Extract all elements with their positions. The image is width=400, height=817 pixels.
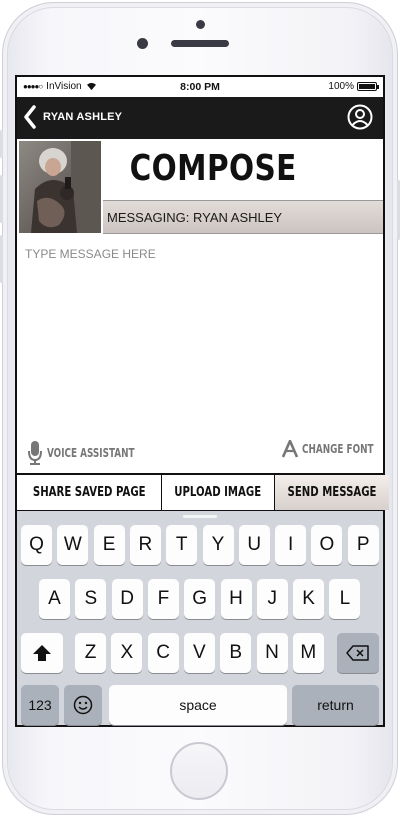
key-d[interactable]: D bbox=[111, 579, 143, 619]
key-b[interactable]: B bbox=[220, 633, 252, 673]
share-saved-page-button[interactable]: SHARE SAVED PAGE bbox=[17, 475, 163, 510]
key-y[interactable]: Y bbox=[202, 525, 234, 565]
key-m[interactable]: M bbox=[292, 633, 324, 673]
key-f[interactable]: F bbox=[147, 579, 179, 619]
message-area: VOICE ASSISTANT CHANGE FONT bbox=[17, 235, 383, 473]
user-circle-icon bbox=[347, 104, 373, 130]
compose-header: COMPOSE MESSAGING: RYAN ASHLEY bbox=[17, 139, 383, 235]
key-c[interactable]: C bbox=[147, 633, 179, 673]
font-icon bbox=[282, 440, 298, 458]
key-a[interactable]: A bbox=[39, 579, 70, 619]
change-font-label: CHANGE FONT bbox=[302, 442, 374, 456]
key-w[interactable]: W bbox=[57, 525, 89, 565]
voice-assistant-label: VOICE ASSISTANT bbox=[47, 446, 135, 460]
key-j[interactable]: J bbox=[256, 579, 288, 619]
key-z[interactable]: Z bbox=[75, 633, 106, 673]
volume-up-button bbox=[0, 175, 3, 223]
key-k[interactable]: K bbox=[293, 579, 325, 619]
delete-key[interactable] bbox=[337, 633, 379, 673]
voice-assistant-button[interactable]: VOICE ASSISTANT bbox=[27, 440, 154, 466]
key-t[interactable]: T bbox=[166, 525, 198, 565]
keyboard: Q W E R T Y U I O P A S D F G H J K L Z X C V B N M 123 space return bbox=[17, 511, 383, 725]
earpiece-speaker bbox=[171, 40, 229, 47]
key-n[interactable]: N bbox=[256, 633, 288, 673]
profile-button[interactable] bbox=[347, 104, 373, 130]
change-font-button[interactable]: CHANGE FONT bbox=[282, 440, 389, 458]
space-key[interactable]: space bbox=[109, 685, 287, 725]
mute-switch bbox=[0, 130, 3, 158]
microphone-icon bbox=[28, 441, 42, 465]
messaging-label: MESSAGING: RYAN ASHLEY bbox=[103, 200, 383, 234]
key-h[interactable]: H bbox=[220, 579, 252, 619]
key-i[interactable]: I bbox=[275, 525, 307, 565]
contact-photo bbox=[19, 141, 101, 233]
contact-photo-image bbox=[19, 141, 101, 233]
emoji-key[interactable] bbox=[64, 685, 102, 725]
key-g[interactable]: G bbox=[184, 579, 216, 619]
send-label: SEND MESSAGE bbox=[287, 485, 377, 500]
key-q[interactable]: Q bbox=[21, 525, 52, 565]
emoji-icon bbox=[73, 695, 93, 715]
key-e[interactable]: E bbox=[93, 525, 125, 565]
key-l[interactable]: L bbox=[329, 579, 361, 619]
upload-image-button[interactable]: UPLOAD IMAGE bbox=[162, 475, 275, 510]
page-title: COMPOSE bbox=[129, 147, 297, 189]
screen: ●●●●○ InVision 8:00 PM 100% RYAN ASHLEY bbox=[15, 75, 389, 727]
key-o[interactable]: O bbox=[311, 525, 343, 565]
message-input[interactable] bbox=[23, 245, 377, 429]
status-bar: ●●●●○ InVision 8:00 PM 100% bbox=[17, 77, 383, 97]
send-message-button[interactable]: SEND MESSAGE bbox=[274, 475, 389, 510]
volume-down-button bbox=[0, 235, 3, 283]
return-key[interactable]: return bbox=[292, 685, 379, 725]
contact-name: RYAN ASHLEY bbox=[43, 111, 123, 123]
action-bar: SHARE SAVED PAGE UPLOAD IMAGE SEND MESSA… bbox=[17, 473, 389, 511]
key-v[interactable]: V bbox=[183, 633, 215, 673]
backspace-icon bbox=[346, 645, 369, 661]
keyboard-grabber bbox=[183, 515, 217, 518]
battery-percent: 100% bbox=[328, 81, 354, 92]
numbers-key[interactable]: 123 bbox=[21, 685, 59, 725]
key-u[interactable]: U bbox=[238, 525, 270, 565]
front-camera bbox=[137, 38, 148, 49]
key-x[interactable]: X bbox=[111, 633, 143, 673]
shift-arrow-icon bbox=[33, 645, 51, 661]
nav-bar: RYAN ASHLEY bbox=[17, 97, 383, 139]
key-s[interactable]: S bbox=[75, 579, 107, 619]
shift-key[interactable] bbox=[21, 633, 63, 673]
key-p[interactable]: P bbox=[347, 525, 379, 565]
battery-icon bbox=[357, 82, 379, 91]
home-button[interactable] bbox=[170, 742, 228, 800]
back-button[interactable]: RYAN ASHLEY bbox=[23, 105, 122, 129]
share-label: SHARE SAVED PAGE bbox=[32, 485, 146, 500]
chevron-left-icon bbox=[24, 105, 36, 129]
front-sensor bbox=[196, 20, 205, 29]
upload-label: UPLOAD IMAGE bbox=[174, 485, 262, 500]
key-r[interactable]: R bbox=[129, 525, 161, 565]
